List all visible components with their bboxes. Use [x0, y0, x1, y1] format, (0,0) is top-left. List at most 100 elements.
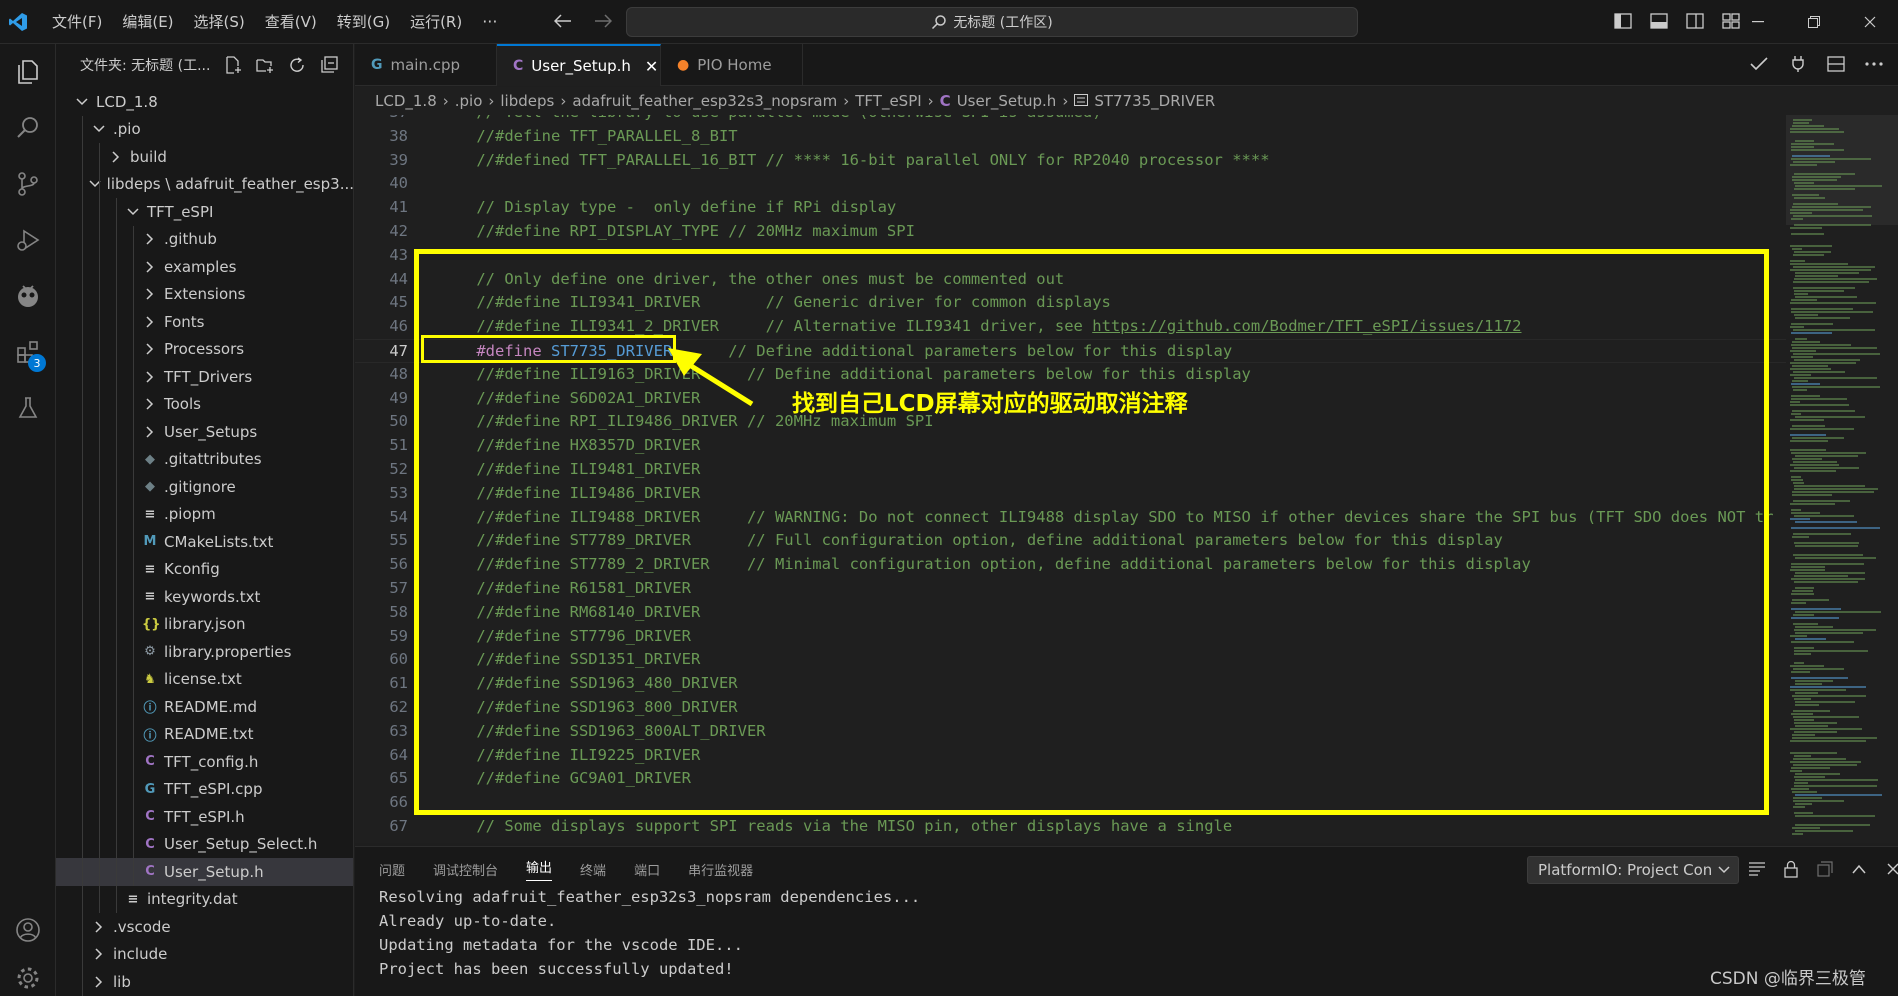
explorer-sidebar: 文件夹: 无标题 (工... LCD_1.8 .pio build libdeps \… — [56, 44, 354, 996]
tree-file[interactable]: G TFT_eSPI.cpp — [56, 775, 353, 803]
toggle-panel-icon[interactable] — [1646, 8, 1672, 34]
split-editor-icon[interactable] — [1824, 52, 1848, 76]
breadcrumb-item[interactable]: .pio — [455, 92, 483, 110]
restore-icon[interactable] — [1786, 0, 1842, 44]
tree-folder[interactable]: libdeps \ adafruit_feather_esp3... — [56, 170, 353, 198]
chevron-up-icon[interactable] — [1847, 857, 1871, 881]
tree-file[interactable]: M CMakeLists.txt — [56, 528, 353, 556]
breadcrumb-item[interactable]: LCD_1.8 — [375, 92, 437, 110]
close-panel-icon[interactable] — [1881, 857, 1898, 881]
tab-serial-monitor[interactable]: 串行监视器 — [688, 860, 753, 879]
menu-file[interactable]: 文件(F) — [42, 8, 112, 36]
close-tab-icon[interactable]: ✕ — [645, 57, 658, 76]
tree-folder[interactable]: Fonts — [56, 308, 353, 336]
tree-file[interactable]: ◆ .gitattributes — [56, 445, 353, 473]
tree-file[interactable]: ≡ .piopm — [56, 500, 353, 528]
tab-debug-console[interactable]: 调试控制台 — [433, 860, 498, 879]
minimap-line — [1791, 602, 1806, 604]
extensions-icon[interactable]: 3 — [0, 324, 56, 380]
breadcrumb-item[interactable]: libdeps — [500, 92, 554, 110]
tree-folder[interactable]: examples — [56, 253, 353, 281]
tree-folder[interactable]: Extensions — [56, 280, 353, 308]
tree-folder[interactable]: .github — [56, 225, 353, 253]
platformio-icon[interactable] — [0, 268, 56, 324]
tree-file[interactable]: ⚙ library.properties — [56, 638, 353, 666]
tree-file[interactable]: ◆ .gitignore — [56, 473, 353, 501]
tree-folder[interactable]: TFT_eSPI — [56, 198, 353, 226]
breadcrumb-item[interactable]: adafruit_feather_esp32s3_nopsram — [572, 92, 837, 110]
tree-folder[interactable]: LCD_1.8 — [56, 88, 353, 116]
tree-folder[interactable]: include — [56, 940, 353, 968]
search-icon[interactable] — [0, 100, 56, 156]
collapse-all-icon[interactable] — [318, 54, 340, 76]
tree-folder[interactable]: .pio — [56, 115, 353, 143]
minimap[interactable] — [1786, 115, 1898, 843]
tree-file[interactable]: ⓘ README.txt — [56, 720, 353, 748]
tab-ports[interactable]: 端口 — [634, 860, 660, 879]
testing-icon[interactable] — [0, 380, 56, 436]
tab-main-cpp[interactable]: G main.cpp — [355, 44, 497, 86]
platformio-build-check-icon[interactable] — [1748, 52, 1772, 76]
output-channel-select[interactable]: PlatformIO: Project Con — [1527, 856, 1739, 884]
close-window-icon[interactable] — [1842, 0, 1898, 44]
source-control-icon[interactable] — [0, 156, 56, 212]
menu-run[interactable]: 运行(R) — [400, 8, 472, 36]
maximize-panel-icon[interactable] — [1813, 857, 1837, 881]
forward-arrow-icon[interactable] — [592, 8, 614, 34]
tree-file[interactable]: ≡ Kconfig — [56, 555, 353, 583]
tree-folder[interactable]: Tools — [56, 390, 353, 418]
tree-folder[interactable]: lib — [56, 968, 353, 996]
tab-user-setup-h[interactable]: C User_Setup.h ✕ — [497, 44, 661, 86]
new-file-icon[interactable] — [222, 54, 244, 76]
tree-file[interactable]: C TFT_config.h — [56, 748, 353, 776]
code-line[interactable]: 39 //#defined TFT_PARALLEL_16_BIT // ***… — [355, 149, 1790, 173]
tree-folder[interactable]: User_Setups — [56, 418, 353, 446]
command-center-search[interactable]: 无标题 (工作区) — [626, 7, 1358, 37]
breadcrumb-item[interactable]: ST7735_DRIVER — [1094, 92, 1215, 110]
tab-pio-home[interactable]: ● PIO Home — [661, 44, 803, 86]
explorer-icon[interactable] — [0, 44, 56, 100]
code-line[interactable]: 41 // Display type - only define if RPi … — [355, 196, 1790, 220]
refresh-icon[interactable] — [286, 54, 308, 76]
code-line[interactable]: 38 //#define TFT_PARALLEL_8_BIT — [355, 125, 1790, 149]
toggle-primary-sidebar-icon[interactable] — [1610, 8, 1636, 34]
tree-file[interactable]: C User_Setup.h — [56, 858, 353, 886]
menu-view[interactable]: 查看(V) — [255, 8, 327, 36]
tree-file[interactable]: C TFT_eSPI.h — [56, 803, 353, 831]
menu-go[interactable]: 转到(G) — [327, 8, 400, 36]
tab-problems[interactable]: 问题 — [379, 860, 405, 879]
tree-folder[interactable]: build — [56, 143, 353, 171]
run-debug-icon[interactable] — [0, 212, 56, 268]
new-folder-icon[interactable] — [254, 54, 276, 76]
chevron-down-icon — [1718, 866, 1730, 874]
breadcrumb-item[interactable]: User_Setup.h — [957, 92, 1057, 110]
settings-gear-icon[interactable] — [0, 950, 56, 996]
output-log[interactable]: Resolving adafruit_feather_esp32s3_nopsr… — [379, 885, 920, 981]
minimize-icon[interactable] — [1730, 0, 1786, 44]
tab-terminal[interactable]: 终端 — [580, 860, 606, 879]
platformio-upload-icon[interactable] — [1786, 52, 1810, 76]
menu-selection[interactable]: 选择(S) — [184, 8, 255, 36]
tab-output[interactable]: 输出 — [526, 857, 553, 881]
code-line[interactable]: 67 // Some displays support SPI reads vi… — [355, 815, 1790, 839]
tree-file[interactable]: ≡ keywords.txt — [56, 583, 353, 611]
tree-folder[interactable]: TFT_Drivers — [56, 363, 353, 391]
tree-file[interactable]: ⓘ README.md — [56, 693, 353, 721]
menu-more-button[interactable]: ··· — [472, 12, 507, 31]
tree-folder[interactable]: .vscode — [56, 913, 353, 941]
code-line[interactable]: 42 //#define RPI_DISPLAY_TYPE // 20MHz m… — [355, 220, 1790, 244]
tree-file[interactable]: {} library.json — [56, 610, 353, 638]
toggle-secondary-sidebar-icon[interactable] — [1682, 8, 1708, 34]
code-line[interactable]: 40 — [355, 172, 1790, 196]
tree-file[interactable]: ♞ license.txt — [56, 665, 353, 693]
lock-icon[interactable] — [1779, 857, 1803, 881]
breadcrumb-item[interactable]: TFT_eSPI — [855, 92, 921, 110]
back-arrow-icon[interactable] — [552, 8, 574, 34]
tree-file[interactable]: C User_Setup_Select.h — [56, 830, 353, 858]
menu-edit[interactable]: 编辑(E) — [112, 8, 183, 36]
clear-output-icon[interactable] — [1745, 857, 1769, 881]
code-line[interactable]: 37 // Tell the library to use parallel m… — [355, 115, 1790, 125]
tree-folder[interactable]: Processors — [56, 335, 353, 363]
more-actions-icon[interactable] — [1862, 52, 1886, 76]
tree-file[interactable]: ≡ integrity.dat — [56, 885, 353, 913]
